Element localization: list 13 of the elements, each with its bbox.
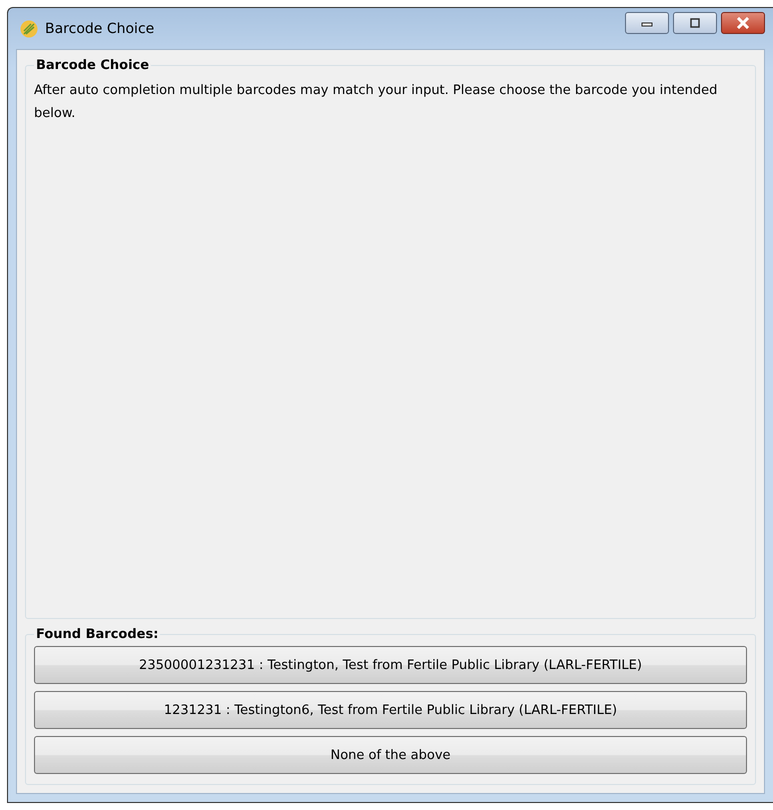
group-title: Barcode Choice — [35, 58, 150, 73]
choice-button[interactable]: None of the above — [34, 736, 747, 774]
choice-button[interactable]: 1231231 : Testington6, Test from Fertile Public Library (LARL-FERTILE) — [34, 691, 747, 729]
choice-button[interactable]: 23500001231231 : Testington, Test from Fertile Public Library (LARL-FERTILE) — [34, 646, 747, 684]
close-button[interactable] — [721, 12, 765, 34]
instruction-text: After auto completion multiple barcodes may match your input. Please choose the barcode you intended below. — [34, 82, 718, 123]
close-icon — [736, 17, 750, 29]
window-title: Barcode Choice — [45, 20, 154, 36]
minimize-button[interactable] — [625, 12, 669, 34]
maximize-icon — [689, 18, 701, 28]
maximize-button[interactable] — [673, 12, 717, 34]
app-logo-icon — [20, 20, 38, 38]
group-title: Found Barcodes: — [35, 627, 160, 642]
